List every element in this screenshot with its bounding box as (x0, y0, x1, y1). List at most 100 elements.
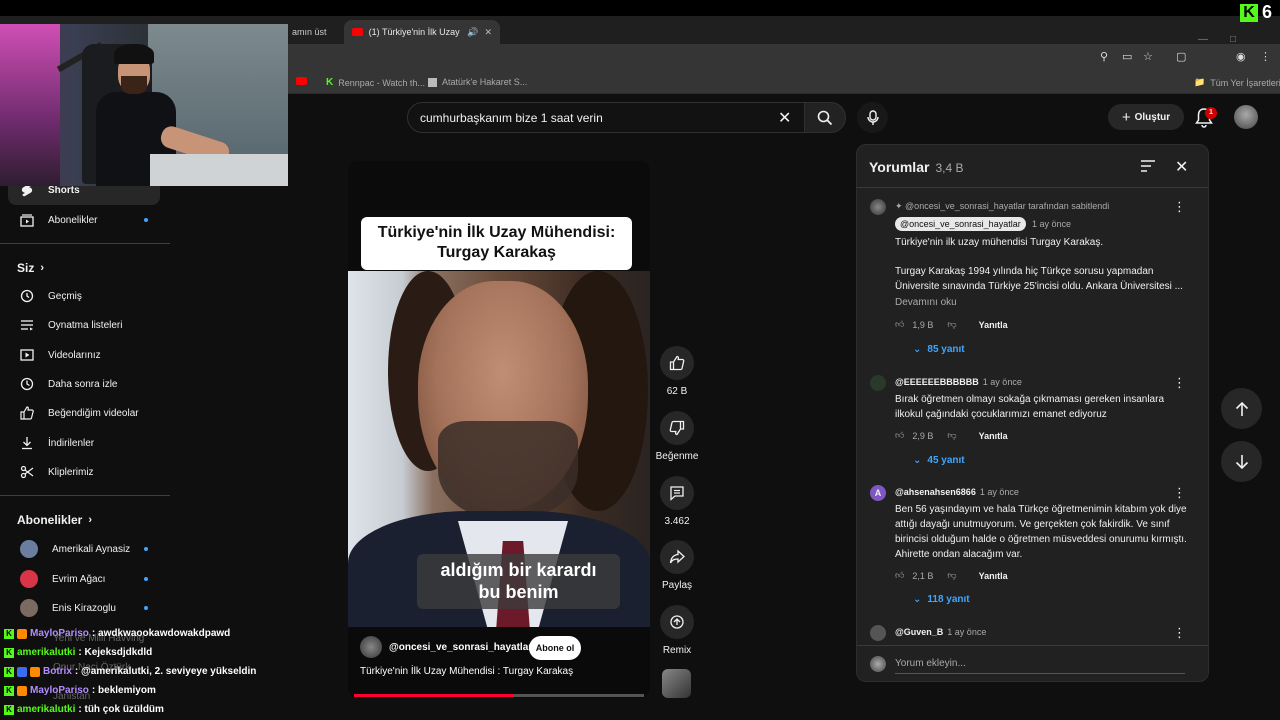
profile-icon[interactable]: ◉ (1236, 50, 1246, 63)
kick-overlay: K 6 (1239, 2, 1272, 23)
sidebar-item-label: Amerikali Aynasiz (52, 543, 131, 555)
thumbs-down-icon[interactable]: 👎︎ (947, 319, 956, 330)
comment-author-chip[interactable]: @oncesi_ve_sonrasi_hayatlar (895, 217, 1026, 231)
comment-author[interactable]: @Guven_B 1 ay önce (895, 627, 986, 637)
sound-thumbnail[interactable] (662, 669, 691, 698)
thumbs-down-icon[interactable]: 👎︎ (947, 570, 956, 581)
video-title[interactable]: Türkiye'nin İlk Uzay Mühendisi : Turgay … (360, 666, 573, 677)
liked-icon (20, 406, 34, 420)
comment-likes: 1,9 B (912, 319, 934, 330)
remix-icon (670, 615, 684, 629)
verified-badge-icon (30, 666, 40, 677)
zoom-icon[interactable]: ⚲ (1100, 50, 1108, 63)
kick-badge-icon: K (4, 685, 14, 696)
overlay-line: Turgay Karakaş (437, 244, 556, 261)
comments-button[interactable]: 3.462 (654, 476, 700, 527)
sort-icon (1141, 160, 1155, 172)
subscription-item[interactable]: Evrim Ağacı (8, 564, 160, 594)
bookmark-item[interactable]: K Rennpac - Watch th... (326, 77, 425, 88)
extensions-icon[interactable]: ▢ (1176, 50, 1186, 63)
channel-avatar[interactable] (360, 636, 382, 658)
pinned-by: @oncesi_ve_sonrasi_hayatlar tarafından s… (905, 201, 1110, 211)
video-progress-bar[interactable] (354, 694, 644, 697)
comment-menu-icon[interactable]: ⋮ (1173, 199, 1186, 215)
replies-count: 45 yanıt (927, 455, 965, 466)
view-replies-button[interactable]: ⌄ 118 yanıt (913, 594, 970, 605)
shorts-video-player[interactable]: Türkiye'nin İlk Uzay Mühendisi: Turgay K… (348, 161, 650, 698)
comment-menu-icon[interactable]: ⋮ (1173, 485, 1186, 501)
sidebar-item-playlists[interactable]: Oynatma listeleri (8, 310, 160, 340)
sidebar-item-watch-later[interactable]: Daha sonra izle (8, 369, 160, 399)
search-button[interactable] (804, 102, 846, 133)
comment-avatar[interactable] (870, 199, 886, 215)
search-input[interactable]: cumhurbaşkanım bize 1 saat verin (407, 102, 805, 133)
clear-search-icon[interactable]: ✕ (778, 108, 791, 128)
sidebar-section-you[interactable]: Siz › (17, 261, 44, 275)
sidebar-item-history[interactable]: Geçmiş (8, 281, 160, 311)
thumbs-up-icon[interactable]: 👍︎ (895, 430, 904, 441)
sidebar-section-subscriptions[interactable]: Abonelikler › (17, 513, 92, 527)
menu-dots-icon[interactable]: ⋮ (1260, 50, 1271, 63)
thumbs-down-icon[interactable]: 👎︎ (947, 430, 956, 441)
comment-menu-icon[interactable]: ⋮ (1173, 375, 1186, 391)
streamer-cap (114, 44, 154, 64)
sidebar-item-your-videos[interactable]: Videolarınız (8, 340, 160, 370)
speaker-icon[interactable]: 🔊 (467, 27, 478, 38)
thumbs-up-icon[interactable]: 👍︎ (895, 319, 904, 330)
reply-button[interactable]: Yanıtla (979, 320, 1008, 330)
subscribe-button[interactable]: Abone ol (529, 636, 581, 660)
bookmark-item[interactable] (296, 77, 307, 85)
sidebar-item-label: İndirilenler (48, 437, 95, 449)
read-more-link[interactable]: Devamını oku (895, 297, 957, 308)
next-short-button[interactable] (1221, 441, 1262, 482)
sidebar-item-downloads[interactable]: İndirilenler (8, 428, 160, 458)
comment-time: 1 ay önce (979, 487, 1019, 497)
channel-name[interactable]: @oncesi_ve_sonrasi_hayatlar (389, 642, 532, 653)
bookmark-item[interactable]: Atatürk'e Hakaret S... (428, 77, 527, 87)
account-avatar[interactable] (1234, 105, 1258, 129)
previous-short-button[interactable] (1221, 388, 1262, 429)
browser-tab-active[interactable]: (1) Türkiye'nin İlk Uzay Mü 🔊 ✕ (344, 20, 500, 44)
sub-badge-icon (17, 685, 27, 696)
comment-avatar[interactable]: A (870, 485, 886, 501)
view-replies-button[interactable]: ⌄ 45 yanıt (913, 455, 965, 466)
comment-author[interactable]: @EEEEEEBBBBBB 1 ay önce (895, 377, 1022, 387)
subscription-item[interactable]: Enis Kirazoglu (8, 593, 160, 623)
comment-avatar[interactable] (870, 625, 886, 641)
sidebar-item-liked-videos[interactable]: Beğendiğim videolar (8, 398, 160, 428)
sidebar-item-subscriptions[interactable]: Abonelikler (8, 205, 160, 235)
add-comment-input[interactable] (895, 654, 1185, 674)
reply-button[interactable]: Yanıtla (979, 571, 1008, 581)
comment-avatar[interactable] (870, 375, 886, 391)
history-icon (20, 289, 34, 303)
voice-search-button[interactable] (857, 102, 888, 133)
all-bookmarks[interactable]: 📁 Tüm Yer İşaretleri (1194, 77, 1280, 88)
browser-tab[interactable]: amın üst (284, 20, 342, 44)
view-replies-button[interactable]: ⌄ 85 yanıt (913, 344, 965, 355)
chat-message: K amerikalutki : tüh çok üzüldüm (4, 704, 164, 715)
overlay-line: Türkiye'nin İlk Uzay Mühendisi: (377, 224, 616, 241)
share-button[interactable]: Paylaş (654, 540, 700, 591)
subscription-item[interactable]: Amerikali Aynasiz (8, 534, 160, 564)
dislike-label: Beğenme (655, 451, 699, 462)
create-button[interactable]: + Oluştur (1108, 104, 1184, 130)
remix-button[interactable]: Remix (654, 605, 700, 656)
thumbs-up-icon[interactable]: 👍︎ (895, 570, 904, 581)
like-button[interactable]: 62 B (654, 346, 700, 397)
sort-button[interactable] (1140, 159, 1156, 178)
bookmark-star-icon[interactable]: ☆ (1143, 50, 1153, 63)
cast-icon[interactable]: ▭ (1122, 50, 1132, 63)
tab-close-icon[interactable]: ✕ (484, 27, 492, 38)
sidebar-item-clips[interactable]: Kliplerimiz (8, 457, 160, 487)
close-comments-icon[interactable]: ✕ (1175, 157, 1188, 177)
caption-line: bu benim (478, 582, 559, 602)
chat-message: K MayloPariso : awdkwaookawdowakdpawd (4, 628, 230, 639)
comment-author[interactable]: @ahsenahsen6866 1 ay önce (895, 487, 1019, 497)
comment-menu-icon[interactable]: ⋮ (1173, 625, 1186, 641)
reply-button[interactable]: Yanıtla (979, 431, 1008, 441)
microphone-icon (866, 109, 879, 125)
chat-username: MayloPariso (30, 685, 89, 696)
desk (150, 154, 288, 186)
dislike-button[interactable]: Beğenme (654, 411, 700, 462)
author-name: @EEEEEEBBBBBB (895, 377, 979, 387)
